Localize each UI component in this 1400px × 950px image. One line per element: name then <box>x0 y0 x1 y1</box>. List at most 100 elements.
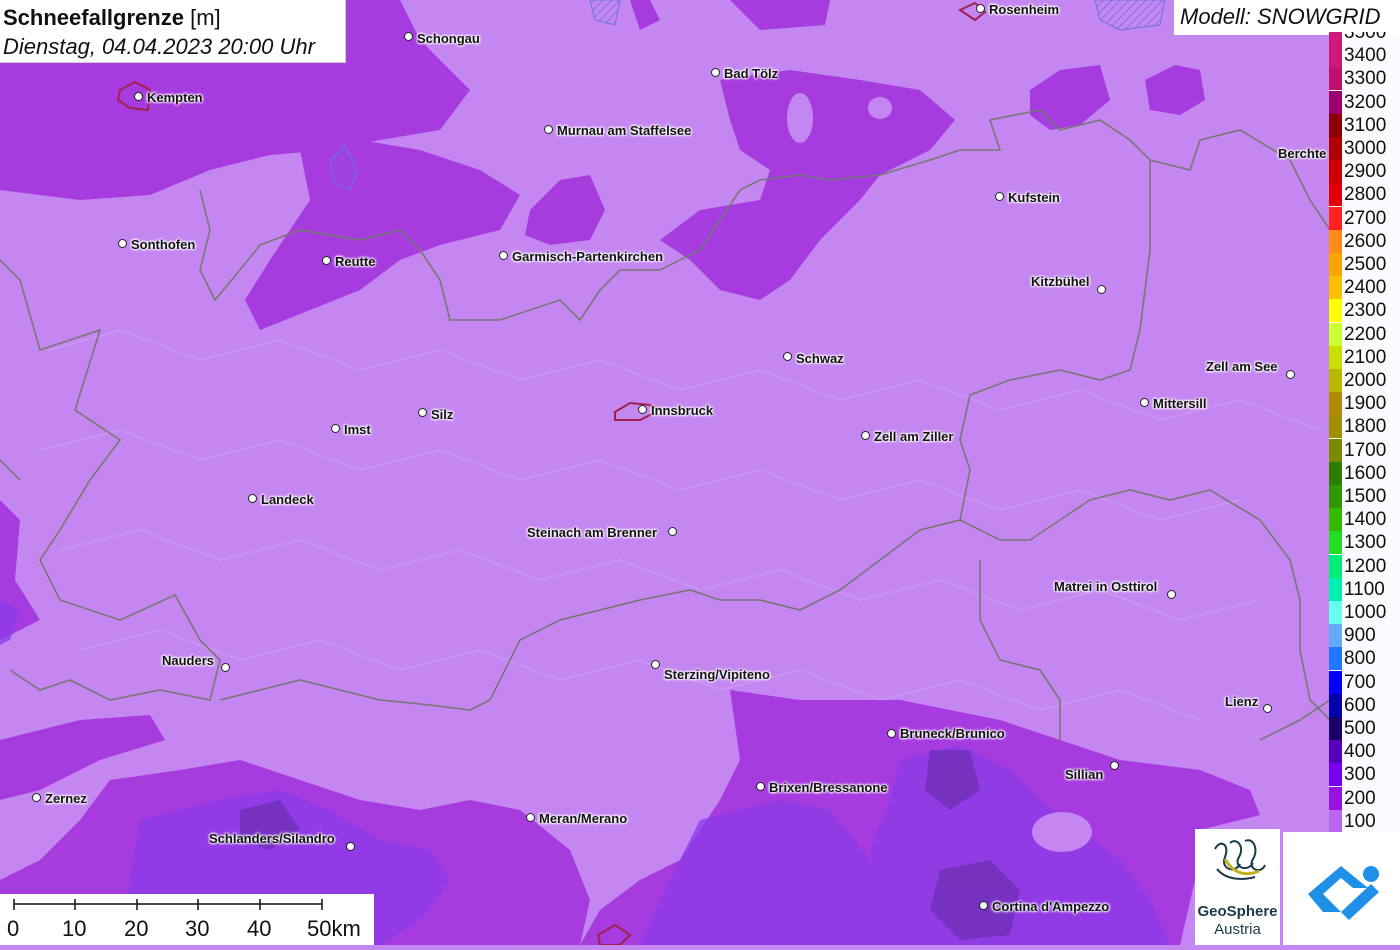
partner-logo[interactable] <box>1283 832 1400 945</box>
legend-row: 800 <box>1329 647 1400 671</box>
map-canvas[interactable] <box>0 0 1400 945</box>
city-marker[interactable] <box>1167 590 1176 599</box>
legend-label: 3500 <box>1344 32 1387 43</box>
city-marker[interactable] <box>783 352 792 361</box>
city-label: Schwaz <box>796 351 844 366</box>
map-title-unit: [m] <box>190 5 221 30</box>
legend-row: 2400 <box>1329 276 1400 300</box>
city-marker[interactable] <box>1263 704 1272 713</box>
color-legend: 3500 3400 3300 3200 3100 3000 2900 2800 2700 2600… <box>1329 32 1400 832</box>
legend-label: 2700 <box>1344 207 1387 229</box>
city-marker[interactable] <box>979 901 988 910</box>
legend-row: 1600 <box>1329 461 1400 485</box>
city-marker[interactable] <box>322 256 331 265</box>
model-label: Modell: SNOWGRID <box>1174 0 1400 35</box>
city-marker[interactable] <box>995 192 1004 201</box>
legend-swatch <box>1329 160 1342 184</box>
legend-swatch <box>1329 183 1342 207</box>
city-marker[interactable] <box>221 663 230 672</box>
city-marker[interactable] <box>651 660 660 669</box>
legend-label: 2800 <box>1344 184 1387 206</box>
city-marker[interactable] <box>331 424 340 433</box>
legend-label: 2900 <box>1344 161 1387 183</box>
legend-label: 3100 <box>1344 114 1387 136</box>
legend-row: 200 <box>1329 786 1400 810</box>
legend-row: 2200 <box>1329 322 1400 346</box>
city-marker[interactable] <box>418 408 427 417</box>
city-label: Kempten <box>147 90 203 105</box>
legend-swatch <box>1329 253 1342 276</box>
legend-row: 1300 <box>1329 531 1400 555</box>
legend-row: 1500 <box>1329 485 1400 508</box>
legend-swatch <box>1329 369 1342 392</box>
legend-row: 2900 <box>1329 160 1400 184</box>
legend-label: 1600 <box>1344 462 1387 484</box>
city-marker[interactable] <box>668 527 677 536</box>
legend-label: 1500 <box>1344 486 1387 507</box>
legend-label: 2300 <box>1344 300 1387 322</box>
legend-swatch <box>1329 624 1342 648</box>
legend-label: 1400 <box>1344 509 1387 531</box>
city-marker[interactable] <box>404 32 413 41</box>
city-marker[interactable] <box>134 92 143 101</box>
city-marker[interactable] <box>526 813 535 822</box>
legend-swatch <box>1329 322 1342 346</box>
legend-row: 2500 <box>1329 253 1400 276</box>
city-marker[interactable] <box>346 842 355 851</box>
city-marker[interactable] <box>248 494 257 503</box>
city-label: Garmisch-Partenkirchen <box>512 249 664 264</box>
legend-swatch <box>1329 601 1342 624</box>
city-marker[interactable] <box>118 239 127 248</box>
city-marker[interactable] <box>1140 398 1149 407</box>
city-marker[interactable] <box>861 431 870 440</box>
legend-swatch <box>1329 508 1342 532</box>
legend-label: 3200 <box>1344 91 1387 113</box>
legend-label: 800 <box>1344 648 1376 670</box>
city-marker[interactable] <box>711 68 720 77</box>
legend-swatch <box>1329 531 1342 555</box>
city-label: Kufstein <box>1008 190 1060 205</box>
legend-row: 300 <box>1329 763 1400 787</box>
legend-row: 1800 <box>1329 415 1400 439</box>
legend-label: 500 <box>1344 718 1376 739</box>
legend-swatch <box>1329 44 1342 68</box>
city-marker[interactable] <box>544 125 553 134</box>
legend-swatch <box>1329 693 1342 717</box>
legend-row: 3000 <box>1329 137 1400 160</box>
legend-swatch <box>1329 717 1342 740</box>
city-marker[interactable] <box>1097 285 1106 294</box>
legend-row: 1000 <box>1329 601 1400 624</box>
legend-swatch <box>1329 809 1342 832</box>
legend-swatch <box>1329 345 1342 369</box>
city-label: Sterzing/Vipiteno <box>664 667 770 682</box>
legend-row: 3200 <box>1329 90 1400 114</box>
legend-row: 100 <box>1329 809 1400 832</box>
legend-swatch <box>1329 740 1342 764</box>
city-label: Bad Tölz <box>724 66 779 81</box>
legend-row: 1900 <box>1329 392 1400 416</box>
city-marker[interactable] <box>1286 370 1295 379</box>
city-marker[interactable] <box>756 782 765 791</box>
city-marker[interactable] <box>32 793 41 802</box>
legend-swatch <box>1329 206 1342 230</box>
legend-label: 100 <box>1344 810 1376 832</box>
legend-label: 1900 <box>1344 393 1387 415</box>
legend-swatch <box>1329 229 1342 253</box>
city-label: Zernez <box>45 791 87 806</box>
city-marker[interactable] <box>1110 761 1119 770</box>
geosphere-logo[interactable]: GeoSphere Austria <box>1195 829 1280 945</box>
legend-swatch <box>1329 438 1342 462</box>
city-marker[interactable] <box>638 405 647 414</box>
city-marker[interactable] <box>499 251 508 260</box>
legend-label: 2100 <box>1344 346 1387 368</box>
legend-swatch <box>1329 415 1342 439</box>
city-label: Bruneck/Brunico <box>900 726 1005 741</box>
city-marker[interactable] <box>976 4 985 13</box>
legend-label: 900 <box>1344 625 1376 647</box>
city-marker[interactable] <box>887 729 896 738</box>
city-label: Mittersill <box>1153 396 1207 411</box>
legend-row: 1400 <box>1329 508 1400 532</box>
legend-label: 400 <box>1344 741 1376 763</box>
geosphere-logo-icon <box>1214 839 1266 880</box>
legend-swatch <box>1329 461 1342 485</box>
